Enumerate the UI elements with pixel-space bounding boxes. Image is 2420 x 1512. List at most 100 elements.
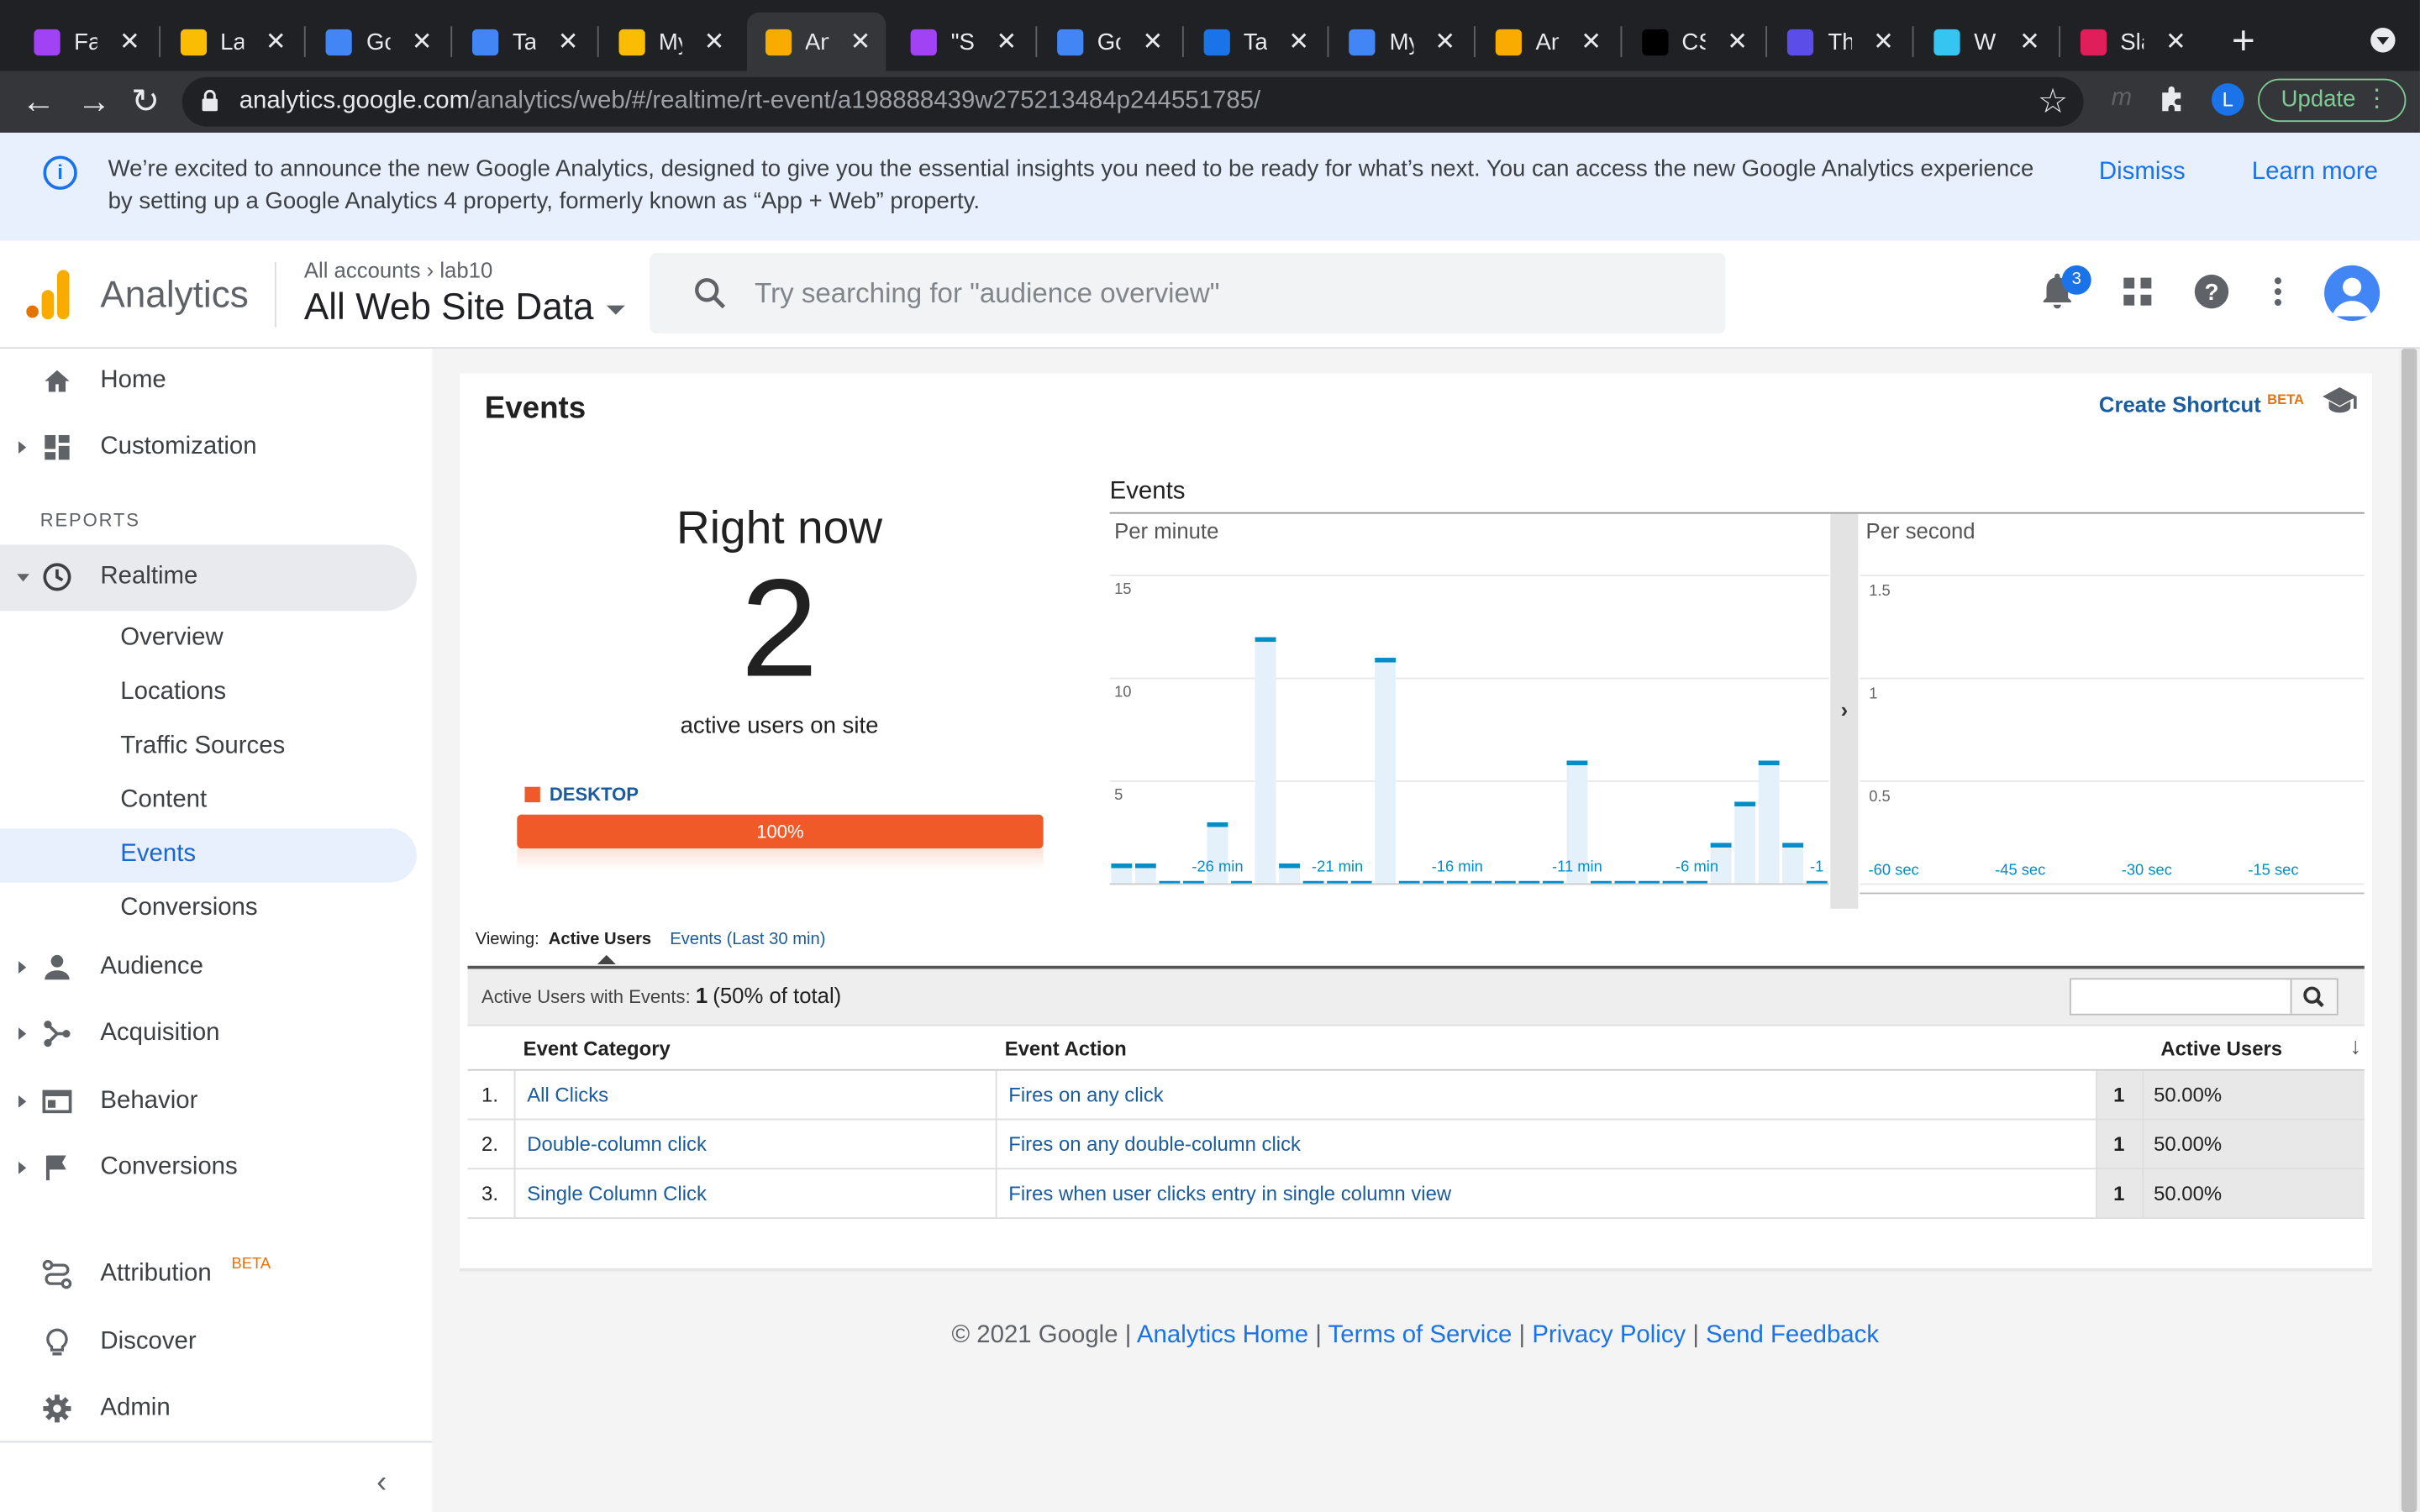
event-category-link[interactable]: All Clicks	[527, 1083, 608, 1106]
user-avatar[interactable]	[2324, 265, 2381, 322]
more-options-icon[interactable]	[2258, 271, 2298, 312]
sidebar-item-admin[interactable]: Admin	[0, 1376, 417, 1442]
browser-tab[interactable]: Tag ✕	[1185, 13, 1325, 71]
sidebar-item-attribution[interactable]: Attribution	[0, 1242, 417, 1309]
update-button[interactable]: Update ⋮	[2258, 78, 2407, 123]
browser-tab[interactable]: Favi ✕	[15, 13, 155, 71]
tab-close-icon[interactable]: ✕	[997, 26, 1018, 57]
tab-title: Goo	[1097, 28, 1121, 55]
tab-close-icon[interactable]: ✕	[412, 26, 433, 57]
sidebar-item-content[interactable]: Content	[0, 774, 417, 828]
apps-grid-icon[interactable]	[2118, 271, 2158, 312]
browser-tab[interactable]: Anal ✕	[1477, 13, 1618, 71]
create-shortcut-link[interactable]: Create Shortcut BETA	[2099, 392, 2304, 417]
sidebar-item-realtime-conversions[interactable]: Conversions	[0, 883, 417, 937]
event-category-link[interactable]: Single Column Click	[527, 1182, 707, 1205]
terms-of-service-link[interactable]: Terms of Service	[1328, 1322, 1512, 1348]
property-selector[interactable]: All Web Site Data	[304, 287, 625, 330]
row-index: 3.	[467, 1168, 515, 1219]
tab-close-icon[interactable]: ✕	[704, 26, 725, 57]
browser-profile-avatar[interactable]: L	[2211, 83, 2244, 116]
viewing-active-users-tab[interactable]: Active Users	[549, 931, 651, 949]
sidebar-item-overview[interactable]: Overview	[0, 612, 417, 666]
tab-close-icon[interactable]: ✕	[1581, 26, 1602, 57]
table-search-input[interactable]	[2070, 979, 2291, 1014]
tab-search-icon[interactable]	[2370, 28, 2396, 53]
browser-tab[interactable]: Goo ✕	[1039, 13, 1179, 71]
analytics-logo-icon[interactable]	[26, 270, 70, 320]
browser-tab[interactable]: Goo ✕	[308, 13, 448, 71]
browser-tab[interactable]: The ✕	[1770, 13, 1910, 71]
new-tab-button[interactable]: +	[2232, 18, 2255, 61]
browser-tab[interactable]: My ✕	[600, 13, 740, 71]
tab-favicon-icon	[618, 28, 645, 55]
analytics-home-link[interactable]: Analytics Home	[1137, 1322, 1308, 1348]
header-divider	[274, 262, 276, 328]
reload-icon[interactable]: ↻	[131, 81, 160, 123]
tab-close-icon[interactable]: ✕	[1434, 26, 1455, 57]
privacy-policy-link[interactable]: Privacy Policy	[1532, 1322, 1686, 1348]
tab-close-icon[interactable]: ✕	[558, 26, 579, 57]
back-icon[interactable]: ←	[22, 81, 55, 123]
event-action-header[interactable]: Event Action	[995, 1024, 2096, 1071]
sidebar-item-audience[interactable]: Audience	[0, 935, 417, 1001]
active-users-header[interactable]: Active Users ↓	[2142, 1024, 2365, 1071]
event-action-link[interactable]: Fires on any click	[1008, 1083, 1163, 1106]
bookmark-star-icon[interactable]: ☆	[2038, 81, 2068, 122]
browser-tab[interactable]: My ✕	[1331, 13, 1471, 71]
sidebar-item-conversions[interactable]: Conversions	[0, 1136, 417, 1202]
browser-tab[interactable]: Whe ✕	[1916, 13, 2056, 71]
tab-close-icon[interactable]: ✕	[266, 26, 287, 57]
table-search[interactable]	[2070, 978, 2338, 1016]
sort-desc-icon[interactable]: ↓	[2349, 1034, 2361, 1060]
sidebar-item-traffic-sources[interactable]: Traffic Sources	[0, 721, 417, 774]
tab-close-icon[interactable]: ✕	[2165, 26, 2186, 57]
browser-tab[interactable]: "Sin ✕	[892, 13, 1033, 71]
browser-tab[interactable]: Anal ✕	[746, 12, 886, 71]
event-action-link[interactable]: Fires on any double-column click	[1008, 1132, 1301, 1156]
address-bar[interactable]: analytics.google.com/analytics/web/#/rea…	[182, 76, 2084, 127]
account-breadcrumb[interactable]: All accounts › lab10	[304, 258, 492, 282]
sidebar-item-events[interactable]: Events	[0, 828, 417, 883]
forward-icon[interactable]: →	[77, 81, 111, 123]
table-search-button[interactable]	[2290, 979, 2337, 1014]
tab-close-icon[interactable]: ✕	[1288, 26, 1309, 57]
sidebar-item-acquisition[interactable]: Acquisition	[0, 1001, 417, 1068]
browser-tab[interactable]: CSS ✕	[1623, 13, 1764, 71]
tab-close-icon[interactable]: ✕	[1727, 26, 1748, 57]
search-input[interactable]	[755, 271, 1681, 315]
extension-m-icon[interactable]: m	[2112, 85, 2132, 113]
browser-tab[interactable]: Tag ✕	[454, 13, 594, 71]
viewing-events-tab[interactable]: Events (Last 30 min)	[670, 931, 825, 949]
behavior-icon	[42, 1089, 72, 1114]
extensions-icon[interactable]	[2158, 83, 2189, 114]
sidebar-item-behavior[interactable]: Behavior	[0, 1069, 417, 1136]
tab-separator	[597, 26, 599, 57]
education-hat-icon[interactable]	[2321, 386, 2358, 413]
tab-close-icon[interactable]: ✕	[850, 26, 871, 57]
event-category-header[interactable]: Event Category	[513, 1024, 996, 1071]
tab-close-icon[interactable]: ✕	[2019, 26, 2040, 57]
sidebar-item-customization[interactable]: Customization	[0, 415, 417, 481]
dismiss-button[interactable]: Dismiss	[2099, 159, 2186, 186]
notification-count-badge: 3	[2061, 265, 2091, 295]
tab-close-icon[interactable]: ✕	[119, 26, 140, 57]
active-users-percent-cell: 50.00%	[2142, 1119, 2365, 1170]
send-feedback-link[interactable]: Send Feedback	[1706, 1322, 1879, 1348]
tab-close-icon[interactable]: ✕	[1873, 26, 1894, 57]
sidebar-item-locations[interactable]: Locations	[0, 666, 417, 720]
event-action-link[interactable]: Fires when user clicks entry in single c…	[1008, 1182, 1451, 1205]
search-box[interactable]	[650, 253, 1726, 333]
learn-more-link[interactable]: Learn more	[2252, 159, 2378, 186]
summary-bar: Active Users with Events: 1 (50% of tota…	[467, 965, 2365, 1025]
help-icon[interactable]: ?	[2191, 271, 2232, 312]
tab-favicon-icon	[472, 28, 499, 55]
browser-tab[interactable]: Slac ✕	[2061, 13, 2202, 71]
sidebar-item-home[interactable]: Home	[0, 349, 417, 415]
bar-cap	[1207, 822, 1228, 827]
browser-tab[interactable]: Lab ✕	[161, 13, 302, 71]
event-category-link[interactable]: Double-column click	[527, 1132, 707, 1156]
tab-close-icon[interactable]: ✕	[1142, 26, 1163, 57]
collapse-sidebar-icon[interactable]: ‹	[376, 1466, 387, 1501]
sidebar-item-realtime[interactable]: Realtime	[0, 544, 417, 612]
